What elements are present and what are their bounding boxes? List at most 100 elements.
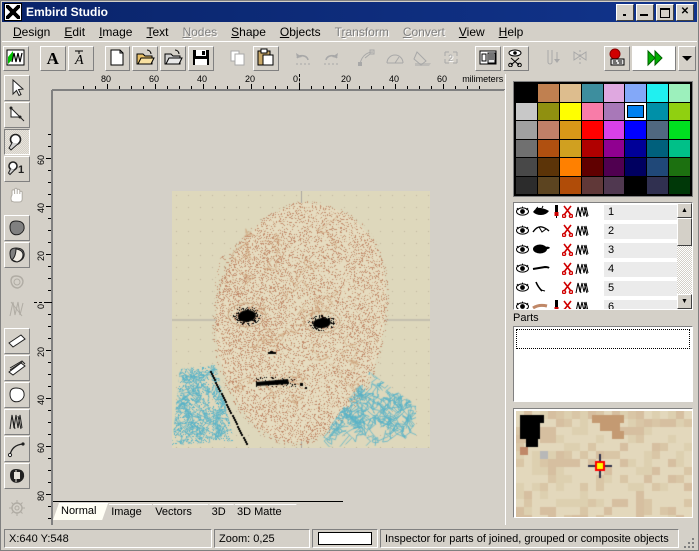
scissors-icon[interactable]: [561, 243, 574, 259]
palette-swatch[interactable]: [516, 158, 537, 176]
palette-swatch[interactable]: [669, 102, 690, 120]
save-button[interactable]: [188, 46, 215, 71]
minimize-button[interactable]: [636, 3, 654, 21]
thread-list-row[interactable]: 1: [514, 203, 692, 222]
eye-visibility-icon[interactable]: [516, 225, 529, 239]
palette-swatch[interactable]: [625, 176, 647, 194]
palette-swatch[interactable]: [559, 176, 581, 194]
scroll-up-button[interactable]: ▲: [677, 203, 692, 218]
open-design-button[interactable]: [132, 46, 159, 71]
scroll-down-button[interactable]: ▼: [677, 294, 692, 309]
menu-item-text[interactable]: Text: [139, 23, 175, 41]
record-button[interactable]: [604, 46, 631, 71]
palette-swatch[interactable]: [516, 102, 537, 120]
thread-list-row[interactable]: 2: [514, 222, 692, 241]
palette-swatch[interactable]: [537, 139, 559, 157]
thread-list-scrollbar[interactable]: ▲ ▼: [677, 203, 692, 309]
palette-swatch[interactable]: [647, 84, 669, 102]
palette-swatch[interactable]: [559, 121, 581, 139]
thread-color-list[interactable]: 123456 ▲ ▼: [513, 202, 693, 310]
palette-swatch[interactable]: [647, 121, 669, 139]
palette-swatch[interactable]: [516, 84, 537, 102]
palette-swatch[interactable]: [581, 121, 603, 139]
stitch-type-icon[interactable]: [575, 243, 591, 259]
palette-swatch[interactable]: [603, 139, 625, 157]
palette-swatch[interactable]: [516, 139, 537, 157]
run-button[interactable]: [632, 46, 676, 71]
palette-swatch[interactable]: [581, 84, 603, 102]
palette-swatch[interactable]: [669, 84, 690, 102]
shade-shape-tool[interactable]: [4, 242, 30, 268]
close-button[interactable]: ✕: [676, 3, 694, 21]
thread-thumbnail[interactable]: [531, 262, 551, 277]
new-design-button[interactable]: [104, 46, 131, 71]
palette-swatch[interactable]: [647, 176, 669, 194]
palette-swatch[interactable]: [537, 84, 559, 102]
palette-swatch[interactable]: [625, 121, 647, 139]
menu-item-edit[interactable]: Edit: [57, 23, 92, 41]
palette-swatch[interactable]: [581, 158, 603, 176]
ribbon-tool[interactable]: [4, 328, 30, 354]
needle-icon[interactable]: [553, 204, 560, 221]
palette-swatch[interactable]: [669, 121, 690, 139]
stitch-type-icon[interactable]: [575, 224, 591, 240]
scissors-icon[interactable]: [561, 281, 574, 297]
window-layout-button[interactable]: [474, 46, 501, 71]
run-dropdown-button[interactable]: [677, 46, 696, 71]
scissors-icon[interactable]: [562, 300, 573, 309]
eye-visibility-icon[interactable]: [516, 206, 529, 220]
maximize-button[interactable]: [656, 3, 674, 21]
zoom-1to1-tool[interactable]: 1: [4, 156, 30, 182]
scroll-thumb[interactable]: [677, 218, 692, 246]
palette-swatch[interactable]: [559, 102, 581, 120]
node-edit-tool[interactable]: [4, 102, 30, 128]
menu-item-shape[interactable]: Shape: [224, 23, 273, 41]
eye-visibility-icon[interactable]: [516, 301, 529, 309]
design-canvas-viewport[interactable]: [52, 90, 504, 534]
palette-swatch[interactable]: [647, 139, 669, 157]
eye-visibility-icon[interactable]: [516, 282, 529, 296]
palette-swatch[interactable]: [581, 102, 603, 120]
layered-ribbon-tool[interactable]: [4, 355, 30, 381]
zoom-preview-panel[interactable]: [513, 408, 693, 518]
palette-swatch[interactable]: [603, 102, 625, 120]
palette-swatch[interactable]: [625, 158, 647, 176]
current-color-swatch[interactable]: [318, 532, 372, 545]
palette-swatch[interactable]: [581, 139, 603, 157]
palette-swatch[interactable]: [537, 176, 559, 194]
thread-thumbnail[interactable]: [531, 281, 551, 296]
zigzag-tool[interactable]: [4, 409, 30, 435]
palette-swatch[interactable]: [603, 158, 625, 176]
tab-3d[interactable]: 3D: [204, 504, 234, 519]
palette-swatch[interactable]: [603, 176, 625, 194]
palette-swatch[interactable]: [669, 176, 690, 194]
hide-cut-button[interactable]: [502, 46, 529, 71]
tab-normal[interactable]: Normal: [53, 503, 108, 520]
palette-swatch[interactable]: [603, 84, 625, 102]
fill-shape-tool[interactable]: [4, 215, 30, 241]
thread-thumbnail[interactable]: [531, 300, 551, 309]
scissors-icon[interactable]: [561, 205, 574, 221]
thread-list-row[interactable]: 5: [514, 279, 692, 298]
menu-item-help[interactable]: Help: [492, 23, 531, 41]
palette-swatch[interactable]: [559, 158, 581, 176]
palette-swatch[interactable]: [647, 158, 669, 176]
tab-vectors[interactable]: Vectors: [147, 504, 208, 519]
stitch-type-icon[interactable]: [575, 205, 591, 221]
stitch-type-icon[interactable]: [575, 262, 591, 278]
scissors-icon[interactable]: [561, 262, 574, 278]
palette-swatch[interactable]: [559, 84, 581, 102]
paste-button[interactable]: [252, 46, 279, 71]
menu-item-view[interactable]: View: [452, 23, 492, 41]
thread-thumbnail[interactable]: [531, 243, 551, 258]
thread-list-row[interactable]: 6: [514, 298, 692, 309]
menu-item-objects[interactable]: Objects: [273, 23, 328, 41]
palette-swatch[interactable]: [537, 121, 559, 139]
curve-tool[interactable]: [4, 436, 30, 462]
palette-swatch[interactable]: [669, 139, 690, 157]
palette-swatch[interactable]: [625, 84, 647, 102]
embird-studio-icon[interactable]: [3, 46, 29, 71]
scroll-track[interactable]: [677, 246, 692, 294]
tab-image[interactable]: Image: [103, 504, 152, 519]
palette-swatch[interactable]: [581, 176, 603, 194]
